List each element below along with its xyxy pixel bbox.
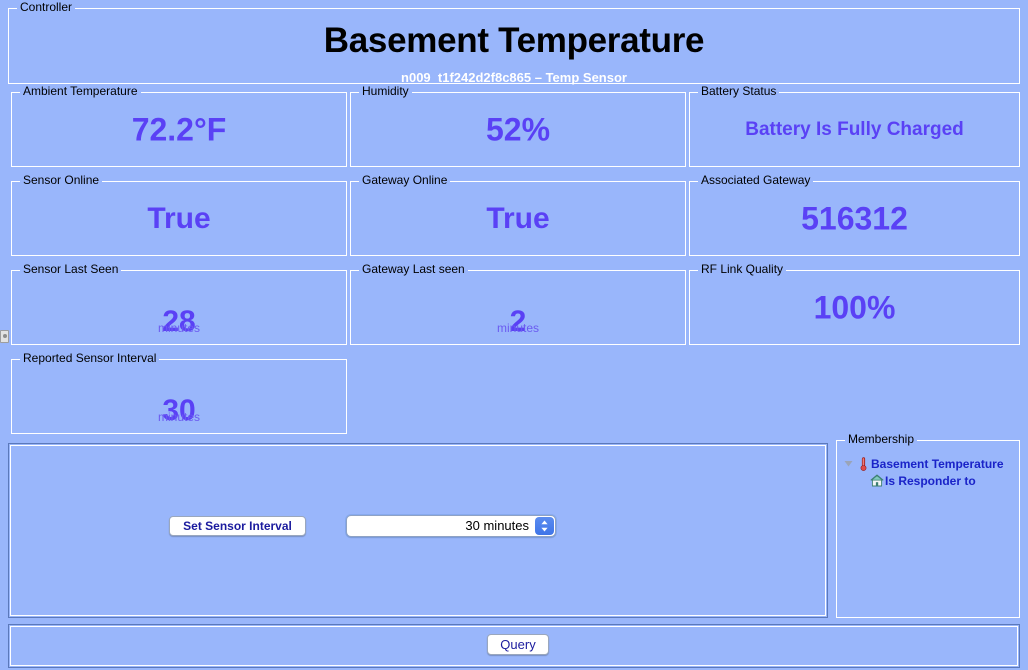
sensor-interval-select[interactable]: 30 minutes: [346, 515, 556, 537]
stat-tile-humidity: Humidity 52%: [350, 85, 686, 167]
stat-label: Ambient Temperature: [20, 85, 141, 97]
stepper-updown-icon[interactable]: [535, 517, 554, 535]
stat-tile-battery-status: Battery Status Battery Is Fully Charged: [689, 85, 1020, 167]
stat-tile-sensor-online: Sensor Online True: [11, 174, 347, 256]
membership-tree: Basement Temperature Is Responder to: [841, 455, 1017, 489]
stat-label: Gateway Online: [359, 174, 451, 186]
membership-group-label: Membership: [845, 433, 918, 445]
membership-group: Membership Basement Temperature Is Respo…: [836, 433, 1020, 618]
stat-label: Reported Sensor Interval: [20, 352, 160, 364]
stat-tile-ambient-temperature: Ambient Temperature 72.2°F: [11, 85, 347, 167]
device-detail-window: Controller Basement Temperature n009_t1f…: [0, 0, 1028, 670]
stat-label: Battery Status: [698, 85, 780, 97]
house-icon: [869, 474, 885, 487]
stat-unit: minutes: [496, 321, 540, 335]
stat-unit: minutes: [157, 410, 201, 424]
stat-value: 100%: [813, 289, 896, 325]
controller-group-label: Controller: [17, 1, 76, 13]
pane-resize-handle[interactable]: [0, 330, 9, 343]
stat-tile-rf-link-quality: RF Link Quality 100%: [689, 263, 1020, 345]
stat-label: Sensor Last Seen: [20, 263, 122, 275]
stat-label: Associated Gateway: [698, 174, 814, 186]
tree-item-label: Is Responder to: [885, 473, 976, 488]
stat-value: Battery Is Fully Charged: [745, 118, 964, 140]
controller-group: Controller Basement Temperature n009_t1f…: [8, 1, 1020, 85]
query-button[interactable]: Query: [487, 634, 549, 655]
tree-item-is-responder-to[interactable]: Is Responder to: [841, 472, 1017, 489]
tree-item-label: Basement Temperature: [871, 456, 1004, 471]
thermometer-icon: [855, 456, 871, 471]
stat-value: 516312: [801, 200, 908, 236]
stat-label: Sensor Online: [20, 174, 103, 186]
page-title: Basement Temperature: [323, 21, 705, 60]
stat-label: Humidity: [359, 85, 412, 97]
set-sensor-interval-button[interactable]: Set Sensor Interval: [169, 516, 306, 536]
stat-tile-associated-gateway: Associated Gateway 516312: [689, 174, 1020, 256]
stat-value: True: [486, 201, 550, 235]
tree-item-basement-temperature[interactable]: Basement Temperature: [841, 455, 1017, 472]
stat-unit: minutes: [157, 321, 201, 335]
stat-tile-sensor-last-seen: Sensor Last Seen 28 minutes: [11, 263, 347, 345]
stat-label: RF Link Quality: [698, 263, 787, 275]
sensor-interval-selected-value: 30 minutes: [465, 518, 529, 533]
stat-label: Gateway Last seen: [359, 263, 468, 275]
stat-value: 52%: [485, 111, 551, 147]
stat-value: True: [147, 201, 211, 235]
stat-tile-gateway-online: Gateway Online True: [350, 174, 686, 256]
disclosure-triangle-down-icon[interactable]: [841, 459, 855, 468]
stat-tile-reported-sensor-interval: Reported Sensor Interval 30 minutes: [11, 352, 347, 434]
device-identifier-subtitle: n009_t1f242d2f8c865 – Temp Sensor: [401, 70, 627, 85]
stat-tile-gateway-last-seen: Gateway Last seen 2 minutes: [350, 263, 686, 345]
stat-value: 72.2°F: [131, 111, 227, 147]
